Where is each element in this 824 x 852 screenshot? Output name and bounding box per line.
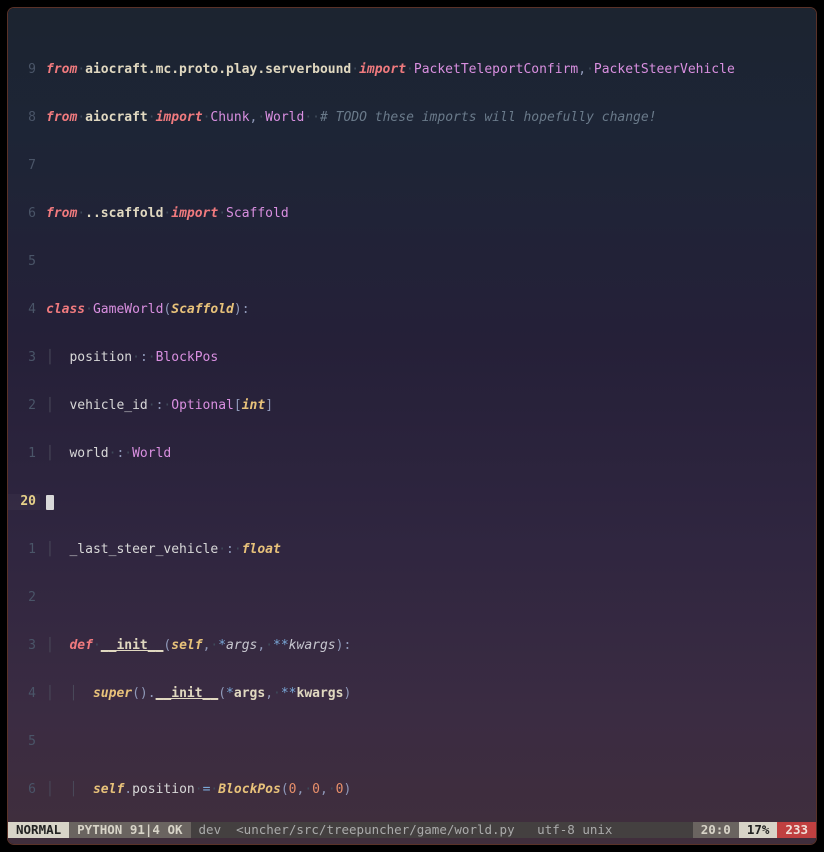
code-line[interactable]: 4class·GameWorld(Scaffold):: [8, 302, 816, 318]
code-line[interactable]: 2: [8, 590, 816, 606]
code-line[interactable]: 5: [8, 734, 816, 750]
code-line[interactable]: 9from·aiocraft.mc.proto.play.serverbound…: [8, 62, 816, 78]
cursor: [46, 495, 54, 510]
terminal-window: 9from·aiocraft.mc.proto.play.serverbound…: [0, 0, 824, 852]
code-line[interactable]: 4│ │ super().__init__(*args,·**kwargs): [8, 686, 816, 702]
status-mode: NORMAL: [8, 822, 69, 838]
code-line[interactable]: 3│ def·__init__(self,·*args,·**kwargs):: [8, 638, 816, 654]
status-right: 233: [777, 822, 816, 838]
code-line[interactable]: 1│ _last_steer_vehicle·:·float: [8, 542, 816, 558]
code-area[interactable]: 9from·aiocraft.mc.proto.play.serverbound…: [8, 14, 816, 824]
code-line[interactable]: 8from·aiocraft·import·Chunk,·World··# TO…: [8, 110, 816, 126]
status-line: NORMAL PYTHON 91|4 OK dev <uncher/src/tr…: [8, 822, 816, 838]
status-path: dev <uncher/src/treepuncher/game/world.p…: [191, 822, 693, 838]
code-line[interactable]: 5: [8, 254, 816, 270]
status-filetype: PYTHON 91|4 OK: [69, 822, 190, 838]
code-line[interactable]: 6│ │ self.position·=·BlockPos(0,·0,·0): [8, 782, 816, 798]
gutter: 9: [8, 62, 40, 78]
code-line[interactable]: 7: [8, 158, 816, 174]
code-line[interactable]: 1│ world·:·World: [8, 446, 816, 462]
status-position: 20:0: [693, 822, 739, 838]
editor-frame: 9from·aiocraft.mc.proto.play.serverbound…: [8, 8, 816, 844]
status-percent: 17%: [739, 822, 778, 838]
code-line[interactable]: 6from·..scaffold·import·Scaffold: [8, 206, 816, 222]
code-line-current[interactable]: 20: [8, 494, 816, 510]
code-line[interactable]: 3│ position·:·BlockPos: [8, 350, 816, 366]
code-line[interactable]: 2│ vehicle_id·:·Optional[int]: [8, 398, 816, 414]
